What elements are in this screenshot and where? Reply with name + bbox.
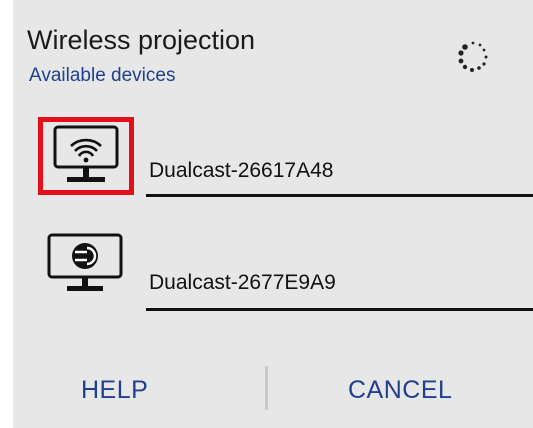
loading-spinner-icon xyxy=(453,36,493,76)
wireless-projection-dialog: Wireless projection Available devices Du… xyxy=(13,0,533,428)
divider-line xyxy=(146,194,533,197)
available-devices-label: Available devices xyxy=(29,65,176,86)
monitor-wifi-icon[interactable] xyxy=(38,117,134,195)
device-row[interactable]: Dualcast-26617A48 xyxy=(13,110,533,200)
device-name[interactable]: Dualcast-26617A48 xyxy=(149,158,333,184)
dialog-title: Wireless projection xyxy=(27,25,256,55)
monitor-connected-icon[interactable] xyxy=(45,232,127,298)
device-name[interactable]: Dualcast-2677E9A9 xyxy=(149,270,336,296)
cancel-button[interactable]: CANCEL xyxy=(348,372,452,408)
button-divider xyxy=(265,366,268,410)
help-button[interactable]: HELP xyxy=(81,372,148,408)
divider-line xyxy=(146,308,533,311)
device-row[interactable]: Dualcast-2677E9A9 xyxy=(13,228,533,318)
